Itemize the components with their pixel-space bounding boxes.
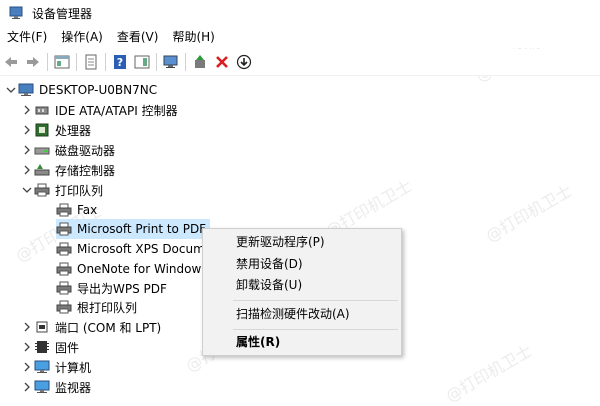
toolbar-separator bbox=[76, 53, 77, 71]
expand-chevron-icon[interactable] bbox=[20, 160, 34, 180]
toolbar-separator bbox=[156, 53, 157, 71]
tree-item-firmware[interactable]: 固件 bbox=[20, 337, 79, 357]
menu-view[interactable]: 查看(V) bbox=[110, 26, 166, 48]
tree-item-label: 监视器 bbox=[55, 380, 92, 395]
tree-item-ports[interactable]: 端口 (COM 和 LPT) bbox=[20, 317, 161, 337]
monitor-icon bbox=[34, 379, 50, 395]
tree-item-ms-print-to-pdf[interactable]: Microsoft Print to PDF bbox=[56, 219, 211, 239]
title-bar: 设备管理器 bbox=[0, 0, 600, 26]
forward-arrow-icon[interactable] bbox=[22, 51, 44, 73]
expand-chevron-icon[interactable] bbox=[20, 140, 34, 160]
tree-item-ms-xps[interactable]: Microsoft XPS Docum bbox=[56, 239, 205, 259]
device-manager-icon bbox=[8, 5, 24, 21]
menu-separator bbox=[233, 329, 398, 330]
tree-item-processor[interactable]: 处理器 bbox=[20, 120, 91, 140]
uninstall-icon[interactable] bbox=[211, 51, 233, 73]
menu-help[interactable]: 帮助(H) bbox=[165, 26, 221, 48]
download-icon[interactable] bbox=[233, 51, 255, 73]
computer-icon bbox=[34, 359, 50, 375]
port-icon bbox=[34, 319, 50, 335]
watermark: @打印机卫士 bbox=[442, 341, 536, 406]
tree-item-label: 计算机 bbox=[55, 360, 92, 375]
expand-chevron-icon[interactable] bbox=[20, 317, 34, 337]
tree-item-onenote[interactable]: OneNote for Window bbox=[56, 259, 201, 279]
tree-item-label: Microsoft Print to PDF bbox=[77, 222, 207, 236]
menu-item-uninstall-device[interactable]: 卸载设备(U) bbox=[236, 275, 302, 295]
tree-root[interactable]: DESKTOP-U0BN7NC bbox=[4, 80, 157, 100]
tree-item-label: 磁盘驱动器 bbox=[55, 143, 116, 158]
tree-item-label: 打印队列 bbox=[55, 183, 104, 198]
menu-item-properties[interactable]: 属性(R) bbox=[236, 332, 280, 352]
menu-item-disable-device[interactable]: 禁用设备(D) bbox=[236, 254, 303, 274]
root-label: DESKTOP-U0BN7NC bbox=[39, 83, 158, 97]
processor-icon bbox=[34, 122, 50, 138]
expand-chevron-icon[interactable] bbox=[20, 377, 34, 397]
tree-item-label: IDE ATA/ATAPI 控制器 bbox=[55, 103, 178, 118]
tree-item-label: 固件 bbox=[55, 340, 80, 355]
tree-item-print-queue[interactable]: 打印队列 bbox=[20, 180, 103, 200]
context-menu: 更新驱动程序(P) 禁用设备(D) 卸载设备(U) 扫描检测硬件改动(A) 属性… bbox=[202, 228, 402, 356]
menu-item-update-driver[interactable]: 更新驱动程序(P) bbox=[236, 232, 325, 252]
properties-icon[interactable] bbox=[80, 51, 102, 73]
tree-item-root-print-queue[interactable]: 根打印队列 bbox=[56, 297, 137, 317]
printer-icon bbox=[56, 299, 72, 315]
printer-icon bbox=[56, 241, 72, 257]
menu-file[interactable]: 文件(F) bbox=[0, 26, 54, 48]
tree-item-label: 导出为WPS PDF bbox=[77, 281, 167, 296]
tree-item-label: 存储控制器 bbox=[55, 163, 116, 178]
window-title: 设备管理器 bbox=[32, 6, 93, 21]
printer-icon bbox=[56, 221, 72, 237]
printer-icon bbox=[56, 280, 72, 296]
menu-item-scan-hardware[interactable]: 扫描检测硬件改动(A) bbox=[236, 304, 350, 324]
tree-item-storage[interactable]: 存储控制器 bbox=[20, 160, 115, 180]
toolbar-separator bbox=[185, 53, 186, 71]
tree-item-label: 处理器 bbox=[55, 123, 92, 138]
tree-item-ide[interactable]: IDE ATA/ATAPI 控制器 bbox=[20, 100, 178, 120]
tree-item-label: 根打印队列 bbox=[77, 300, 138, 315]
computer-icon bbox=[18, 82, 34, 98]
help-icon[interactable]: ? bbox=[109, 51, 131, 73]
ide-controller-icon bbox=[34, 102, 50, 118]
tree-item-monitor[interactable]: 监视器 bbox=[20, 377, 91, 397]
disk-drive-icon bbox=[34, 142, 50, 158]
menu-action[interactable]: 操作(A) bbox=[54, 26, 110, 48]
tree-item-computer[interactable]: 计算机 bbox=[20, 357, 91, 377]
expand-chevron-icon[interactable] bbox=[20, 337, 34, 357]
tree-item-wps-pdf[interactable]: 导出为WPS PDF bbox=[56, 278, 167, 298]
scan-hardware-icon[interactable] bbox=[160, 51, 182, 73]
tree-item-fax[interactable]: Fax bbox=[56, 200, 97, 220]
printer-icon bbox=[34, 182, 50, 198]
toolbar: ? bbox=[0, 49, 600, 76]
printer-icon bbox=[56, 261, 72, 277]
collapse-chevron-icon[interactable] bbox=[20, 180, 34, 200]
tree-item-label: 端口 (COM 和 LPT) bbox=[55, 320, 162, 335]
update-driver-icon[interactable] bbox=[189, 51, 211, 73]
collapse-chevron-icon[interactable] bbox=[4, 80, 18, 100]
toolbar-separator bbox=[105, 53, 106, 71]
expand-chevron-icon[interactable] bbox=[20, 100, 34, 120]
watermark: @打印机卫士 bbox=[482, 181, 576, 246]
toolbar-separator bbox=[47, 53, 48, 71]
expand-chevron-icon[interactable] bbox=[20, 357, 34, 377]
action-pane-icon[interactable] bbox=[131, 51, 153, 73]
tree-item-label: OneNote for Window bbox=[77, 262, 202, 276]
back-arrow-icon[interactable] bbox=[0, 51, 22, 73]
tree-item-label: Microsoft XPS Docum bbox=[77, 242, 205, 256]
expand-chevron-icon[interactable] bbox=[20, 120, 34, 140]
menu-bar: 文件(F) 操作(A) 查看(V) 帮助(H) bbox=[0, 26, 600, 48]
svg-text:?: ? bbox=[117, 56, 123, 69]
menu-separator bbox=[233, 300, 398, 301]
firmware-icon bbox=[34, 339, 50, 355]
tree-item-disk[interactable]: 磁盘驱动器 bbox=[20, 140, 115, 160]
printer-icon bbox=[56, 202, 72, 218]
tree-item-label: Fax bbox=[77, 203, 98, 217]
show-hide-console-tree-icon[interactable] bbox=[51, 51, 73, 73]
storage-controller-icon bbox=[34, 162, 50, 178]
